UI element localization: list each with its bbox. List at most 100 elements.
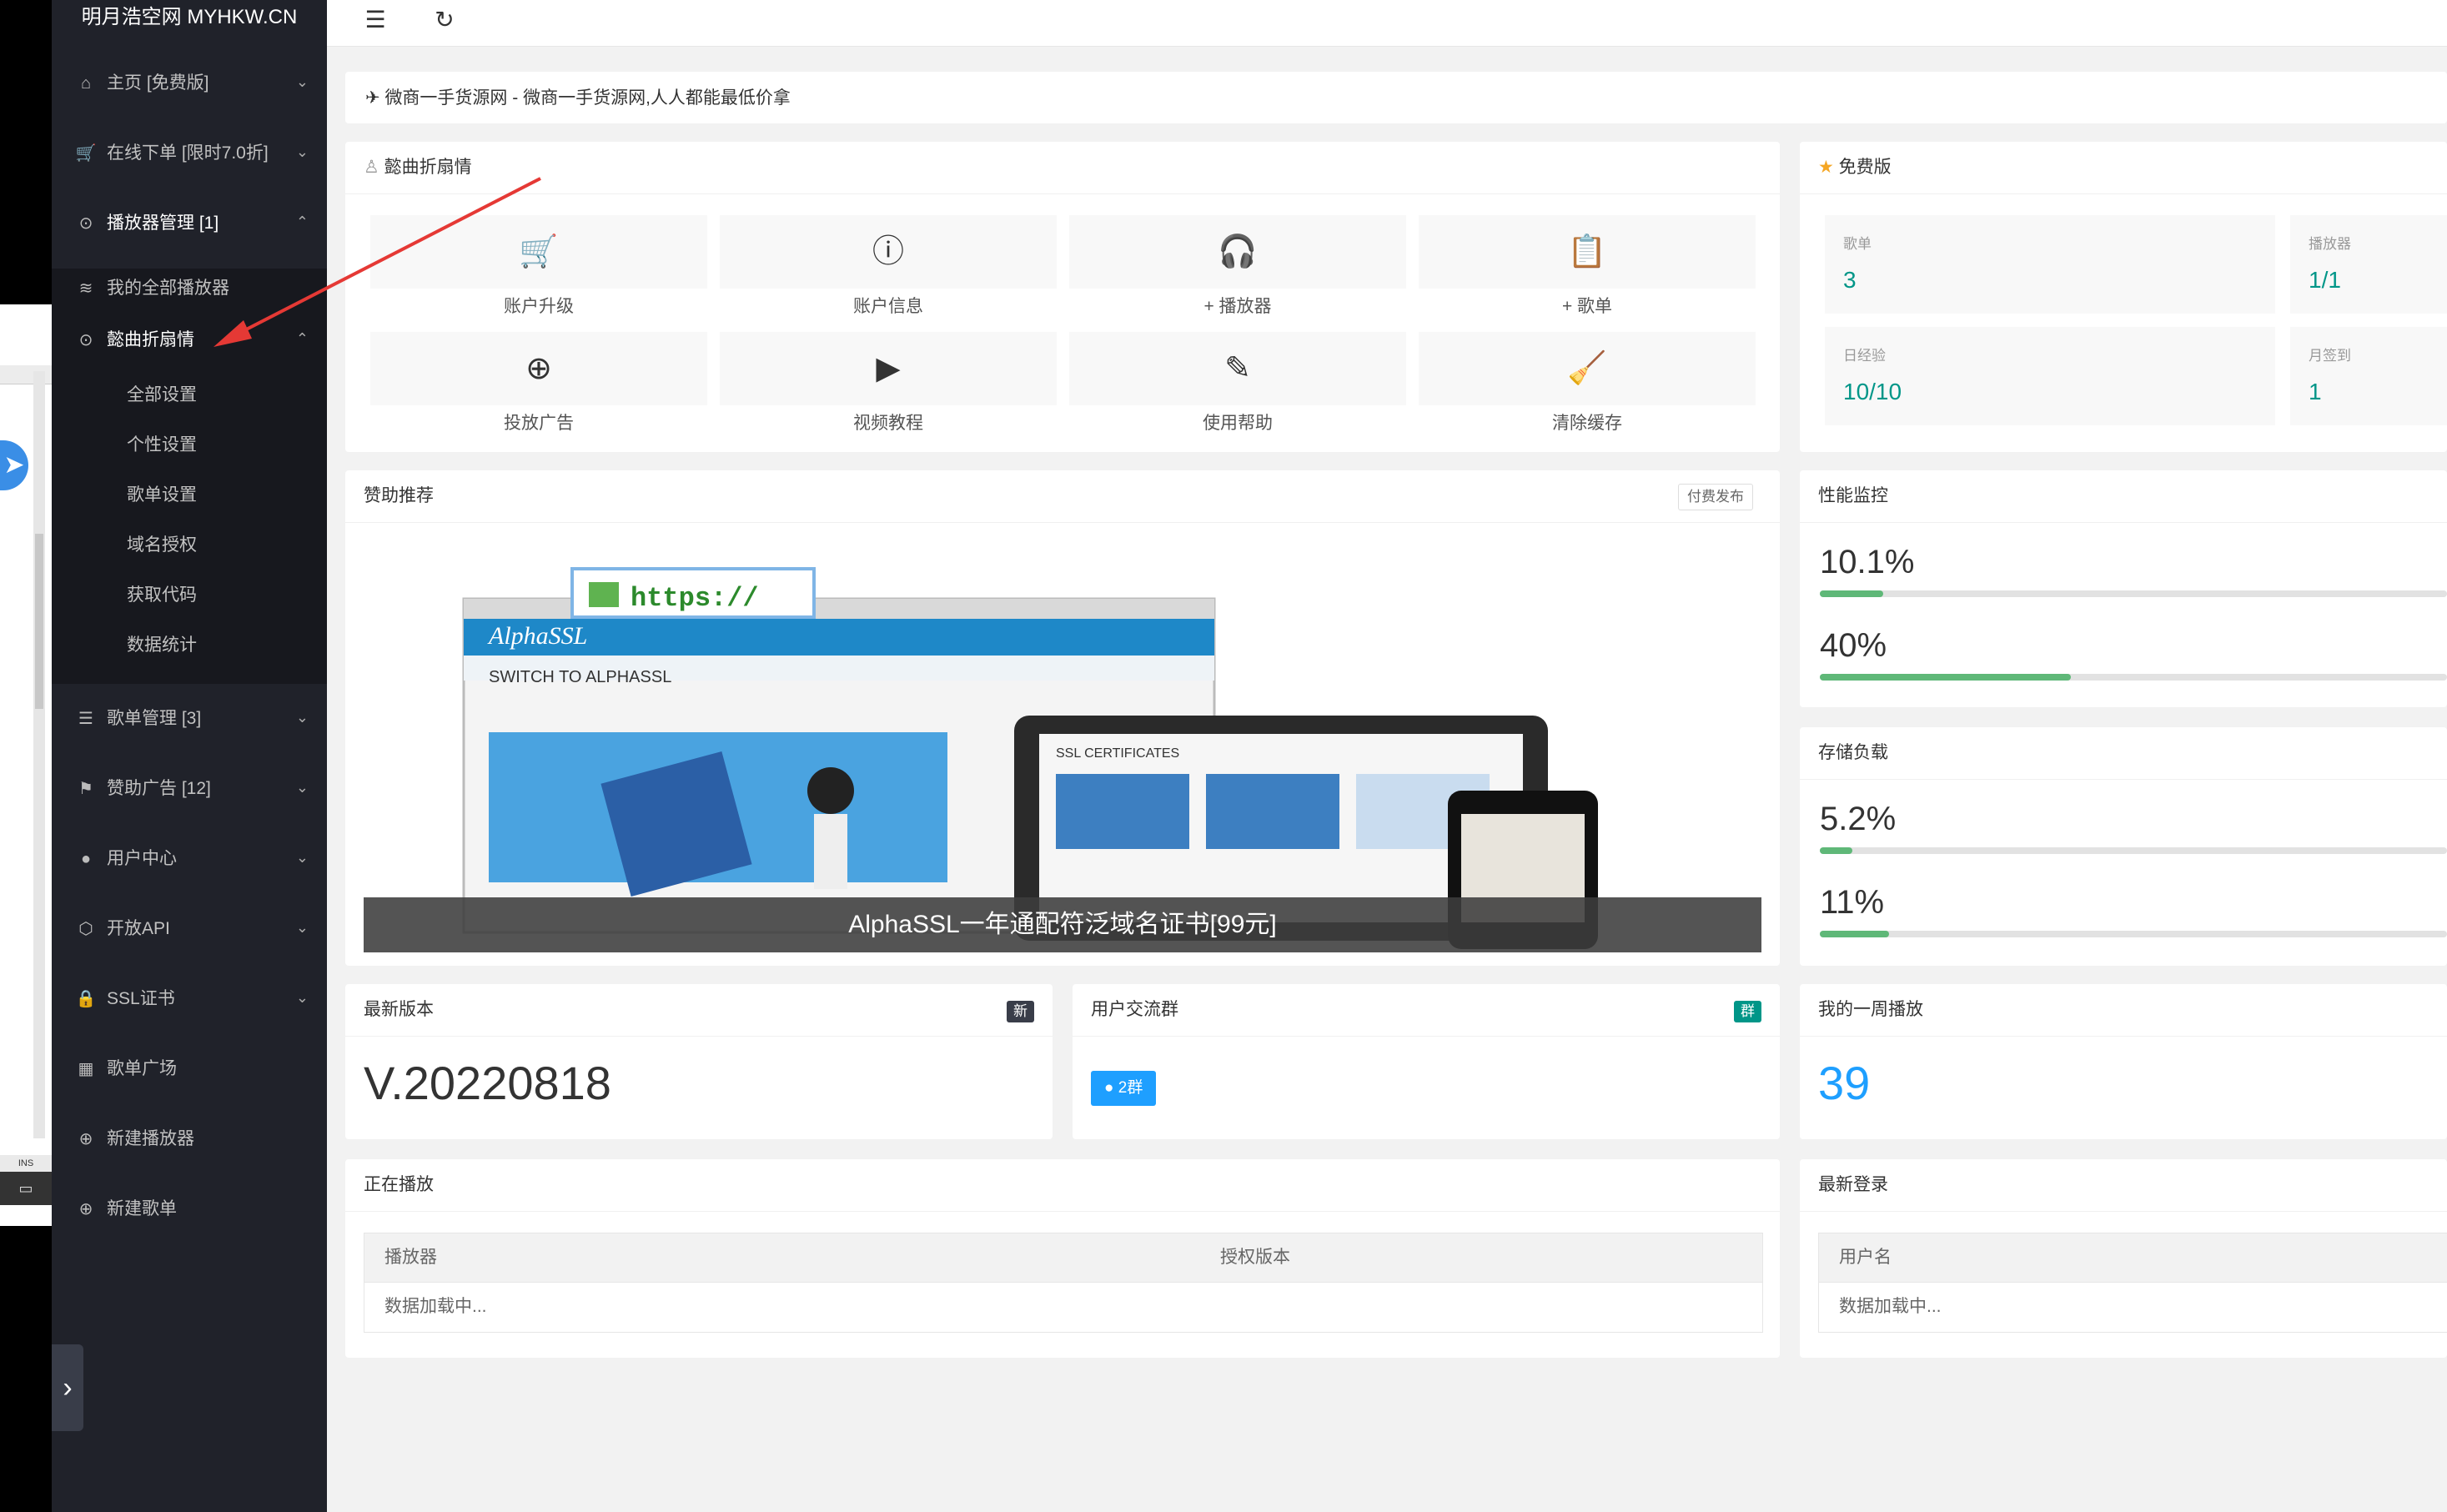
load-progress [1820,931,2447,937]
clipboard-icon: 📋 [1567,234,1607,269]
nav-label: 赞助广告 [12] [107,779,211,798]
chevron-down-icon: ⌄ [295,709,309,726]
quick-label: 视频教程 [853,414,923,433]
nav-new-player[interactable]: ⊕ 新建播放器 [52,1104,327,1174]
quick-label: 投放广告 [504,414,574,433]
column-header: 播放器 [384,1248,437,1267]
progress-fill [1820,590,1883,597]
load-value: 11% [1820,884,1885,921]
chevron-down-icon: ⌄ [295,779,309,796]
paid-publish-tag[interactable]: 付费发布 [1678,484,1753,510]
stat-monthly-checkin[interactable]: 月签到 1 [2290,327,2447,425]
sponsor-banner-image[interactable]: AlphaSSL SWITCH TO ALPHASSL https:// SSL… [364,549,1761,952]
arrow-line [224,177,541,342]
submenu-item-all-settings[interactable]: 全部设置 [52,370,327,420]
submenu-item-playlist-settings[interactable]: 歌单设置 [52,470,327,520]
quick-add-player[interactable]: 🎧 [1069,215,1406,289]
nav-playlist-manage[interactable]: ☰ 歌单管理 [3] ⌄ [52,684,327,754]
version-card: 最新版本 新 V.20220818 [345,984,1053,1139]
quick-label: 使用帮助 [1203,414,1273,433]
nav-label: 用户中心 [107,849,177,868]
home-icon: ⌂ [80,74,92,93]
chevron-down-icon: ⌄ [295,849,309,866]
submenu-label: 域名授权 [127,535,197,555]
memory-progress [1820,674,2447,681]
cube-icon: ⬡ [78,920,93,938]
nav-label: 主页 [免费版] [107,73,209,93]
help-icon: ✎ [1224,351,1251,386]
quick-help[interactable]: ✎ [1069,332,1406,405]
nav-user-center[interactable]: ● 用户中心 ⌄ [52,824,327,894]
chevron-down-icon: ⌄ [295,143,309,160]
stat-value: 10/10 [1843,379,1902,404]
refresh-icon[interactable]: ↻ [430,5,460,35]
quick-clear-cache[interactable]: 🧹 [1419,332,1756,405]
background-scroll-thumb[interactable] [35,534,43,709]
nav-label: 歌单广场 [107,1059,177,1078]
logo[interactable]: 明月浩空网 MYHKW.CN [52,0,327,35]
background-scrollbar[interactable] [33,371,45,1138]
submenu-item-get-code[interactable]: 获取代码 [52,570,327,620]
storage-value: 5.2% [1820,801,1897,837]
card-header: ★ 免费版 [1800,142,2447,194]
chat-icon[interactable]: ▭ [0,1172,52,1205]
lock-icon: 🔒 [75,990,97,1008]
card-title: 正在播放 [364,1175,434,1194]
notice-text[interactable]: ✈ 微商一手货源网 - 微商一手货源网,人人都能最低价拿 [365,87,791,110]
version-value: V.20220818 [364,1057,611,1109]
nav-playlist-square[interactable]: ▦ 歌单广场 [52,1034,327,1104]
submenu-label: 个性设置 [127,435,197,455]
join-group-button[interactable]: ● 2群 [1091,1071,1157,1106]
grid-icon: ▦ [78,1060,94,1078]
quick-video-tutorial[interactable]: ▶ [720,332,1057,405]
card-title: 最新版本 [364,1000,434,1019]
stat-value: 1/1 [2309,267,2341,293]
submenu-item-personal-settings[interactable]: 个性设置 [52,420,327,470]
stat-value: 3 [1843,267,1857,293]
card-header: 正在播放 [345,1159,1780,1212]
column-header: 授权版本 [1220,1248,1290,1267]
card-title: 我的一周播放 [1818,1000,1923,1019]
nav-home[interactable]: ⌂ 主页 [免费版] ⌄ [52,48,327,118]
now-playing-table: 播放器 授权版本 数据加载中... [364,1233,1763,1333]
latest-login-table: 用户名 数据加载中... [1818,1233,2447,1333]
card-header: 赞助推荐 付费发布 [345,470,1780,523]
sidebar-toggle-button[interactable]: › [52,1344,83,1431]
alphassl-illustration: AlphaSSL SWITCH TO ALPHASSL https:// SSL… [462,567,1598,949]
stat-players[interactable]: 播放器 1/1 [2290,215,2447,314]
sponsor-caption[interactable]: AlphaSSL一年通配符泛域名证书[99元] [364,897,1761,952]
nav-sponsor-ads[interactable]: ⚑ 赞助广告 [12] ⌄ [52,754,327,824]
stat-daily-exp[interactable]: 日经验 10/10 [1825,327,2275,425]
loading-text: 数据加载中... [384,1297,487,1316]
progress-fill [1820,931,1889,937]
nav-new-playlist[interactable]: ⊕ 新建歌单 [52,1174,327,1244]
table-header: 播放器 授权版本 [364,1233,1762,1283]
now-playing-card: 正在播放 播放器 授权版本 数据加载中... [345,1159,1780,1358]
flag-icon: ⚑ [78,780,93,798]
quick-add-playlist[interactable]: 📋 [1419,215,1756,289]
quick-label: 账户信息 [853,297,923,316]
submenu-item-domain-auth[interactable]: 域名授权 [52,520,327,570]
progress-fill [1820,847,1853,854]
paper-plane-icon: ✈ [365,88,385,108]
menu-fold-icon[interactable]: ☰ [360,5,390,35]
nav-ssl[interactable]: 🔒 SSL证书 ⌄ [52,964,327,1034]
broom-icon: 🧹 [1567,351,1607,386]
chevron-right-icon: › [63,1372,73,1404]
submenu-item-statistics[interactable]: 数据统计 [52,620,327,671]
card-header: 用户交流群 群 [1073,984,1780,1037]
stat-playlists[interactable]: 歌单 3 [1825,215,2275,314]
quick-account-info[interactable]: ⓘ [720,215,1057,289]
play-circle-icon: ⊙ [78,331,93,349]
card-header: 性能监控 [1800,470,2447,523]
annotation-arrow [214,177,541,347]
arrow-head [214,320,252,347]
column-header: 用户名 [1839,1248,1892,1267]
headphones-icon: 🎧 [1218,234,1258,269]
nav-label: 开放API [107,919,170,938]
user-icon: ● [80,850,92,868]
quick-label: 清除缓存 [1552,414,1622,433]
nav-open-api[interactable]: ⬡ 开放API ⌄ [52,894,327,964]
nav-label: 懿曲折扇情 [107,330,194,349]
submenu-label: 获取代码 [127,585,197,605]
